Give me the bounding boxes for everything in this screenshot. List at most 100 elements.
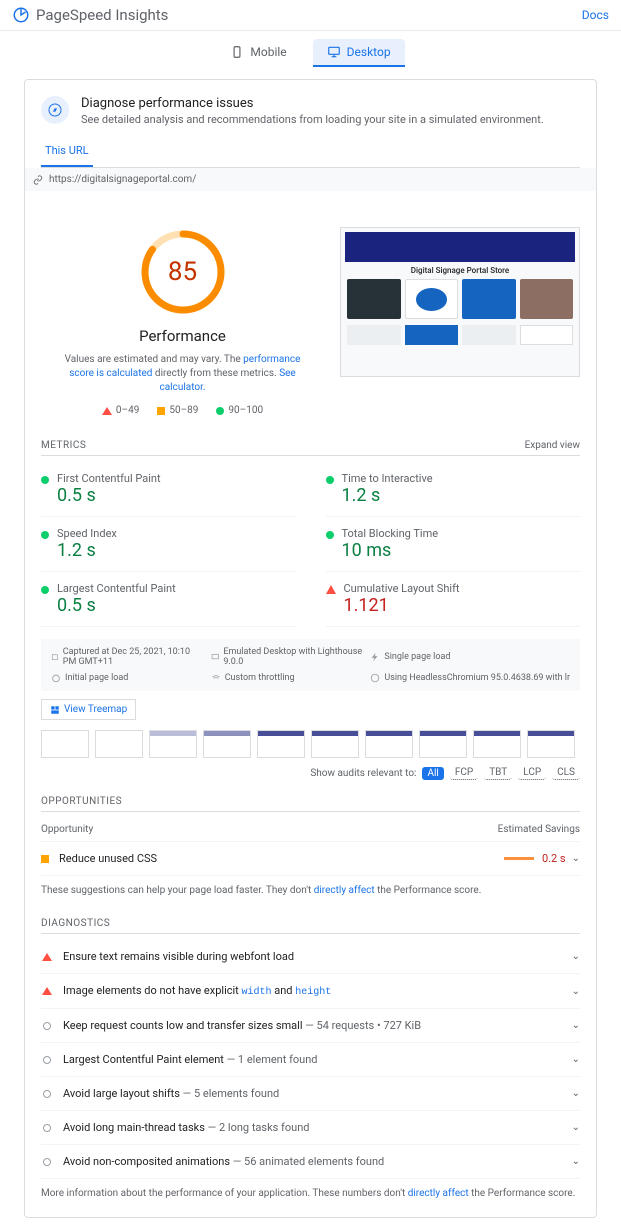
status-triangle-bad — [326, 585, 336, 594]
filmstrip-frame[interactable] — [149, 730, 197, 758]
filmstrip-frame[interactable] — [41, 730, 89, 758]
status-dot-good — [326, 531, 334, 539]
metric-cls: Cumulative Layout Shift1.121 — [326, 572, 581, 627]
link-icon — [33, 175, 43, 185]
diagnostics-header: DIAGNOSTICS — [41, 918, 110, 929]
filter-tbt[interactable]: TBT — [484, 766, 512, 780]
filmstrip — [41, 730, 580, 758]
circle-icon — [216, 407, 224, 415]
expand-view-link[interactable]: Expand view — [525, 440, 580, 451]
triangle-icon — [102, 407, 112, 415]
desktop-small-icon — [211, 652, 220, 662]
diag-webfont[interactable]: Ensure text remains visible during webfo… — [41, 940, 580, 974]
chevron-down-icon: ⌄ — [572, 853, 580, 864]
score-legend: 0–49 50–89 90–100 — [41, 405, 324, 416]
chevron-down-icon: ⌄ — [572, 1054, 580, 1065]
performance-description: Values are estimated and may vary. The p… — [41, 353, 324, 395]
circle-neutral-icon — [43, 1090, 51, 1098]
docs-link[interactable]: Docs — [582, 8, 609, 22]
filter-fcp[interactable]: FCP — [450, 766, 478, 780]
col-savings: Estimated Savings — [498, 824, 580, 835]
status-dot-good — [41, 476, 49, 484]
filmstrip-frame[interactable] — [95, 730, 143, 758]
page-screenshot: Digital Signage Portal Store — [340, 227, 580, 377]
chevron-down-icon: ⌄ — [572, 1088, 580, 1099]
filmstrip-frame[interactable] — [365, 730, 413, 758]
metric-si: Speed Index1.2 s — [41, 517, 296, 572]
status-dot-good — [41, 531, 49, 539]
analyzed-url: https://digitalsignageportal.com/ — [49, 174, 196, 185]
metric-tbt: Total Blocking Time10 ms — [326, 517, 581, 572]
compass-icon — [41, 96, 69, 124]
square-warning-icon — [41, 855, 49, 863]
opportunities-note: These suggestions can help your page loa… — [41, 884, 580, 898]
performance-score: 85 — [168, 257, 197, 287]
metric-fcp: First Contentful Paint0.5 s — [41, 462, 296, 517]
square-icon — [157, 407, 165, 415]
filmstrip-frame[interactable] — [527, 730, 575, 758]
diag-animations[interactable]: Avoid non-composited animations — 56 ani… — [41, 1145, 580, 1179]
chevron-down-icon: ⌄ — [572, 986, 580, 997]
filmstrip-frame[interactable] — [311, 730, 359, 758]
circle-neutral-icon — [43, 1158, 51, 1166]
tab-desktop-label: Desktop — [347, 45, 391, 59]
filmstrip-frame[interactable] — [257, 730, 305, 758]
app-header: PageSpeed Insights Docs — [0, 0, 621, 31]
circle-neutral-icon — [43, 1124, 51, 1132]
status-dot-good — [326, 476, 334, 484]
desktop-icon — [327, 45, 341, 59]
savings-bar — [504, 857, 534, 860]
url-tab-this[interactable]: This URL — [41, 136, 93, 167]
col-opportunity: Opportunity — [41, 824, 93, 835]
filter-all[interactable]: All — [422, 767, 443, 780]
environment-info: Captured at Dec 25, 2021, 10:10 PM GMT+1… — [41, 639, 580, 691]
treemap-icon — [50, 705, 60, 715]
metric-tti: Time to Interactive1.2 s — [326, 462, 581, 517]
diag-main-thread[interactable]: Avoid long main-thread tasks — 2 long ta… — [41, 1111, 580, 1145]
directly-affect-link[interactable]: directly affect — [314, 885, 375, 896]
circle-neutral-icon — [43, 1022, 51, 1030]
device-tabs: Mobile Desktop — [0, 31, 621, 67]
tab-mobile[interactable]: Mobile — [216, 39, 300, 67]
filter-cls[interactable]: CLS — [552, 766, 580, 780]
chevron-down-icon: ⌄ — [572, 951, 580, 962]
url-row: https://digitalsignageportal.com/ — [25, 168, 596, 191]
directly-affect-link[interactable]: directly affect — [408, 1188, 469, 1199]
metric-lcp: Largest Contentful Paint0.5 s — [41, 572, 296, 627]
bolt-icon — [370, 652, 380, 662]
diagnose-title: Diagnose performance issues — [81, 96, 544, 111]
diagnose-subtitle: See detailed analysis and recommendation… — [81, 113, 544, 126]
filmstrip-frame[interactable] — [419, 730, 467, 758]
mobile-icon — [230, 45, 244, 59]
timer-icon — [51, 673, 61, 683]
opportunities-header: OPPORTUNITIES — [41, 796, 122, 807]
diag-layout-shifts[interactable]: Avoid large layout shifts — 5 elements f… — [41, 1077, 580, 1111]
metrics-header: METRICS — [41, 440, 86, 451]
chevron-down-icon: ⌄ — [572, 1020, 580, 1031]
circle-neutral-icon — [43, 1056, 51, 1064]
performance-label: Performance — [41, 327, 324, 345]
wifi-icon — [211, 673, 221, 683]
calendar-icon — [51, 652, 59, 662]
diag-request-count[interactable]: Keep request counts low and transfer siz… — [41, 1009, 580, 1043]
triangle-error-icon — [42, 987, 52, 995]
diag-img-dims[interactable]: Image elements do not have explicit widt… — [41, 974, 580, 1009]
status-dot-good — [41, 586, 49, 594]
diag-lcp-element[interactable]: Largest Contentful Paint element — 1 ele… — [41, 1043, 580, 1077]
chevron-down-icon: ⌄ — [572, 1156, 580, 1167]
tab-desktop[interactable]: Desktop — [313, 39, 405, 67]
diagnostics-note: More information about the performance o… — [41, 1187, 580, 1201]
chrome-icon — [370, 673, 380, 683]
performance-gauge: 85 — [138, 227, 228, 317]
view-treemap-button[interactable]: View Treemap — [41, 699, 136, 720]
tab-mobile-label: Mobile — [250, 45, 286, 59]
app-title: PageSpeed Insights — [36, 6, 168, 24]
triangle-error-icon — [42, 953, 52, 961]
filmstrip-frame[interactable] — [473, 730, 521, 758]
chevron-down-icon: ⌄ — [572, 1122, 580, 1133]
filmstrip-frame[interactable] — [203, 730, 251, 758]
filter-lcp[interactable]: LCP — [518, 766, 546, 780]
pagespeed-logo-icon — [12, 6, 30, 24]
opportunity-reduce-css[interactable]: Reduce unused CSS 0.2 s ⌄ — [41, 841, 580, 876]
audit-filter: Show audits relevant to: All FCP TBT LCP… — [41, 766, 580, 780]
